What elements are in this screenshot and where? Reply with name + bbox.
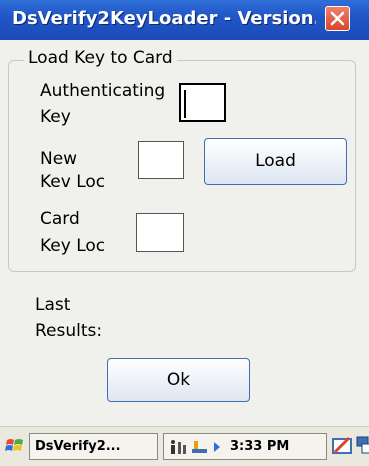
connectivity-icon[interactable] [169,439,187,455]
clock[interactable]: 3:33 PM [230,434,289,459]
start-icon[interactable] [4,435,26,457]
close-icon [330,11,345,26]
taskbar: DsVerify2... 3:33 PM [0,426,369,466]
group-title: Load Key to Card [24,48,177,68]
text-caret [184,90,186,118]
card-key-loc-label-2: Key Loc [40,236,106,256]
auth-key-label-2: Key [40,107,71,127]
system-tray: 3:33 PM [163,433,327,460]
close-button[interactable] [325,6,350,31]
last-results-label-1: Last [35,295,71,315]
new-key-loc-input[interactable] [138,141,184,179]
card-key-loc-label-1: Card [40,209,80,229]
dialog-client: Load Key to Card Authenticating Key New … [0,40,369,426]
battery-power-icon[interactable] [191,439,209,455]
auth-key-input[interactable] [179,83,226,122]
title-bar: DsVerify2KeyLoader - Version... [0,0,369,40]
card-key-loc-input[interactable] [136,213,184,252]
input-panel-icon[interactable] [331,435,355,457]
last-results-label-2: Results: [35,321,103,341]
new-key-loc-label-1: New [40,149,78,169]
load-button[interactable]: Load [204,138,347,185]
tray-arrow-icon[interactable] [212,441,222,453]
auth-key-label-1: Authenticating [40,81,166,101]
desktop-switch-icon[interactable] [356,435,369,457]
window-title: DsVerify2KeyLoader - Version... [12,8,316,29]
taskbar-app-button[interactable]: DsVerify2... [29,433,158,460]
ok-button[interactable]: Ok [107,358,250,402]
new-key-loc-label-2: Kev Loc [40,172,106,192]
